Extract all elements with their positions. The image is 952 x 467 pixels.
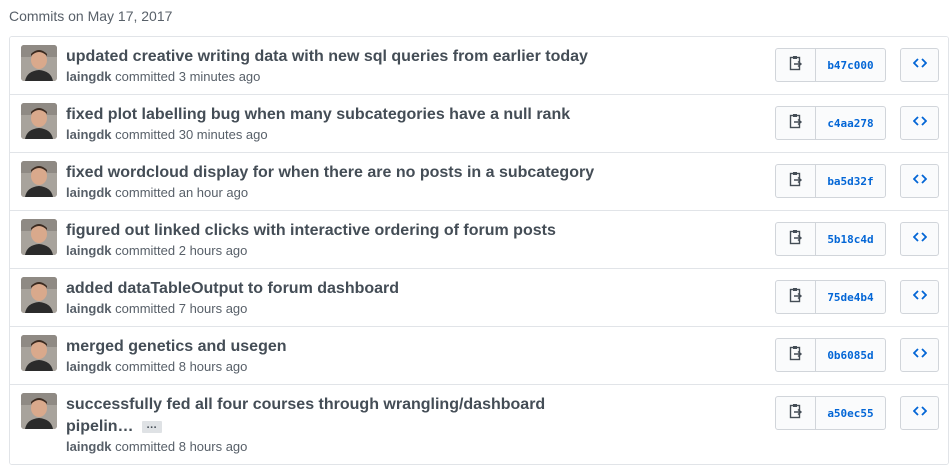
- commit-author-link[interactable]: laingdk: [66, 127, 112, 142]
- commit-sha-group: c4aa278: [775, 106, 886, 140]
- commit-meta: laingdk committed 8 hours ago: [66, 358, 247, 376]
- commit-time: 8 hours ago: [178, 359, 248, 374]
- commit-sha-group: 75de4b4: [775, 280, 886, 314]
- clipboard-icon: [789, 55, 803, 76]
- commit-time: 3 minutes ago: [178, 69, 261, 84]
- commit-sha-link[interactable]: 0b6085d: [816, 339, 885, 371]
- code-icon: [912, 404, 927, 422]
- commit-author-link[interactable]: laingdk: [66, 439, 112, 454]
- clipboard-icon: [789, 171, 803, 192]
- commit-row: figured out linked clicks with interacti…: [10, 211, 948, 269]
- browse-repo-button[interactable]: [900, 106, 939, 140]
- commit-sha-group: 0b6085d: [775, 338, 886, 372]
- commit-author-link[interactable]: laingdk: [66, 359, 112, 374]
- expand-message-button[interactable]: …: [141, 419, 162, 433]
- commit-message-link[interactable]: added dataTableOutput to forum dashboard: [66, 278, 626, 300]
- commit-author-link[interactable]: laingdk: [66, 69, 112, 84]
- commit-row: merged genetics and usegen laingdk commi…: [10, 327, 948, 385]
- commit-time: an hour ago: [178, 185, 249, 200]
- commit-sha-link[interactable]: ba5d32f: [816, 165, 885, 197]
- copy-sha-button[interactable]: [776, 281, 816, 313]
- commit-sha-group: b47c000: [775, 48, 886, 82]
- commit-meta: laingdk committed 30 minutes ago: [66, 126, 268, 144]
- avatar[interactable]: [21, 219, 57, 255]
- commit-message-link[interactable]: fixed plot labelling bug when many subca…: [66, 104, 626, 126]
- code-icon: [912, 288, 927, 306]
- browse-repo-button[interactable]: [900, 280, 939, 314]
- commit-sha-group: ba5d32f: [775, 164, 886, 198]
- commit-group-title: Commits on May 17, 2017: [9, 8, 173, 24]
- commit-message-link[interactable]: successfully fed all four courses throug…: [66, 396, 545, 435]
- commit-sha-link[interactable]: b47c000: [816, 49, 885, 81]
- browse-repo-button[interactable]: [900, 396, 939, 430]
- commit-action-text: committed: [115, 69, 176, 84]
- commit-author-link[interactable]: laingdk: [66, 301, 112, 316]
- avatar[interactable]: [21, 335, 57, 371]
- commit-time: 30 minutes ago: [178, 127, 268, 142]
- avatar[interactable]: [21, 277, 57, 313]
- commit-action-text: committed: [115, 439, 176, 454]
- commit-sha-link[interactable]: c4aa278: [816, 107, 885, 139]
- copy-sha-button[interactable]: [776, 165, 816, 197]
- browse-repo-button[interactable]: [900, 48, 939, 82]
- avatar[interactable]: [21, 103, 57, 139]
- commit-meta: laingdk committed 8 hours ago: [66, 438, 247, 456]
- commit-action-text: committed: [115, 185, 176, 200]
- code-icon: [912, 114, 927, 132]
- commit-message-link[interactable]: updated creative writing data with new s…: [66, 46, 626, 68]
- clipboard-icon: [789, 287, 803, 308]
- commit-time: 7 hours ago: [178, 301, 248, 316]
- commit-message-link[interactable]: merged genetics and usegen: [66, 336, 626, 358]
- commit-meta: laingdk committed 7 hours ago: [66, 300, 247, 318]
- browse-repo-button[interactable]: [900, 338, 939, 372]
- commit-row: successfully fed all four courses throug…: [10, 385, 948, 464]
- commit-meta: laingdk committed 2 hours ago: [66, 242, 247, 260]
- commit-action-text: committed: [115, 359, 176, 374]
- avatar[interactable]: [21, 45, 57, 81]
- commit-sha-group: 5b18c4d: [775, 222, 886, 256]
- browse-repo-button[interactable]: [900, 222, 939, 256]
- commit-time: 8 hours ago: [178, 439, 248, 454]
- copy-sha-button[interactable]: [776, 339, 816, 371]
- commit-row: added dataTableOutput to forum dashboard…: [10, 269, 948, 327]
- commit-sha-link[interactable]: a50ec55: [816, 397, 885, 429]
- commit-author-link[interactable]: laingdk: [66, 243, 112, 258]
- code-icon: [912, 172, 927, 190]
- commit-list: updated creative writing data with new s…: [9, 36, 949, 465]
- clipboard-icon: [789, 229, 803, 250]
- code-icon: [912, 346, 927, 364]
- commit-row: fixed plot labelling bug when many subca…: [10, 95, 948, 153]
- code-icon: [912, 56, 927, 74]
- commit-author-link[interactable]: laingdk: [66, 185, 112, 200]
- commit-row: updated creative writing data with new s…: [10, 37, 948, 95]
- commit-action-text: committed: [115, 243, 176, 258]
- commit-sha-link[interactable]: 75de4b4: [816, 281, 885, 313]
- browse-repo-button[interactable]: [900, 164, 939, 198]
- commit-action-text: committed: [115, 301, 176, 316]
- avatar[interactable]: [21, 161, 57, 197]
- commit-time: 2 hours ago: [178, 243, 248, 258]
- commit-action-text: committed: [115, 127, 176, 142]
- commit-row: fixed wordcloud display for when there a…: [10, 153, 948, 211]
- avatar[interactable]: [21, 393, 57, 429]
- commit-message-link[interactable]: figured out linked clicks with interacti…: [66, 220, 626, 242]
- commit-meta: laingdk committed 3 minutes ago: [66, 68, 260, 86]
- copy-sha-button[interactable]: [776, 223, 816, 255]
- copy-sha-button[interactable]: [776, 107, 816, 139]
- commit-sha-link[interactable]: 5b18c4d: [816, 223, 885, 255]
- commit-message-link[interactable]: fixed wordcloud display for when there a…: [66, 162, 626, 184]
- clipboard-icon: [789, 345, 803, 366]
- clipboard-icon: [789, 403, 803, 424]
- commit-meta: laingdk committed an hour ago: [66, 184, 248, 202]
- code-icon: [912, 230, 927, 248]
- copy-sha-button[interactable]: [776, 49, 816, 81]
- clipboard-icon: [789, 113, 803, 134]
- copy-sha-button[interactable]: [776, 397, 816, 429]
- commit-sha-group: a50ec55: [775, 396, 886, 430]
- commit-message-container: successfully fed all four courses throug…: [66, 394, 566, 438]
